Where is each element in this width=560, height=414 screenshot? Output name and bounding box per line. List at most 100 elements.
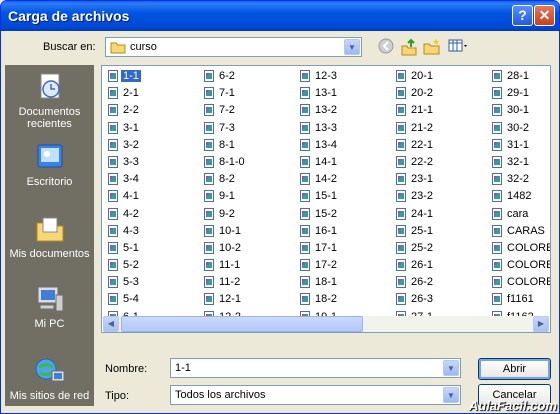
image-file-icon [300, 70, 310, 82]
file-name: 17-2 [315, 259, 338, 272]
file-name: 20-1 [411, 70, 434, 82]
title-bar: Carga de archivos ? ✕ [1, 1, 559, 31]
file-name: 11-1 [219, 259, 241, 272]
image-file-icon [396, 104, 406, 117]
file-name: 8-2 [219, 173, 235, 186]
image-file-icon [300, 276, 310, 289]
file-name: 22-1 [411, 138, 434, 151]
place-network[interactable]: Mis sitios de red [5, 355, 94, 402]
file-name: 9-2 [219, 207, 235, 220]
horizontal-scrollbar[interactable]: ◀ ▶ [103, 316, 549, 332]
file-name: 12-3 [315, 70, 338, 82]
place-my-documents[interactable]: Mis documentos [5, 213, 94, 260]
scroll-left-icon[interactable]: ◀ [103, 316, 119, 332]
my-computer-icon [37, 286, 63, 312]
file-list: 1-1 2-1 2-2 3-1 3-2 3-3 3-4 4-1 4-2 4-3 5-1 5-2 5-3 5… [101, 65, 551, 333]
place-my-computer[interactable]: Mi PC [5, 283, 94, 330]
back-icon[interactable] [376, 38, 396, 58]
filename-combo[interactable]: 1-1 ▼ [170, 358, 461, 378]
file-name: 30-1 [507, 104, 530, 117]
image-file-icon [204, 190, 214, 203]
image-file-icon [300, 207, 310, 220]
file-name: 25-2 [411, 241, 434, 254]
chevron-down-icon[interactable]: ▼ [443, 387, 459, 403]
file-name: 16-1 [315, 224, 338, 237]
file-name: 14-1 [315, 155, 338, 168]
place-recent-documents[interactable]: Documentos recientes [5, 71, 94, 130]
image-file-icon [204, 155, 214, 168]
file-name: 32-1 [507, 155, 530, 168]
image-file-icon [492, 190, 502, 203]
file-name: 26-1 [411, 259, 434, 272]
image-file-icon [108, 87, 118, 100]
file-name: 25-1 [411, 224, 434, 237]
image-file-icon [204, 276, 214, 289]
file-name: cara [507, 207, 529, 220]
image-file-icon [300, 293, 310, 306]
file-name: COLORES [507, 259, 550, 272]
open-button[interactable]: Abrir [478, 358, 551, 380]
file-name: 13-4 [315, 138, 338, 151]
view-menu-icon[interactable] [447, 38, 471, 58]
image-file-icon [108, 155, 118, 168]
image-file-icon [396, 190, 406, 203]
file-name: 1-1 [121, 70, 141, 82]
file-name: 7-1 [219, 87, 235, 100]
image-file-icon [396, 224, 406, 237]
image-file-icon [108, 173, 118, 186]
lookin-label: Buscar en: [43, 41, 96, 53]
file-name: 23-1 [411, 173, 434, 186]
chevron-down-icon[interactable]: ▼ [344, 39, 360, 55]
lookin-combo[interactable]: curso ▼ [105, 37, 362, 57]
image-file-icon [108, 259, 118, 272]
image-file-icon [300, 173, 310, 186]
file-name: 13-2 [315, 104, 338, 117]
up-folder-icon[interactable] [399, 38, 419, 58]
file-name: 26-3 [411, 293, 434, 306]
network-places-icon [35, 358, 64, 382]
help-button[interactable]: ? [512, 5, 533, 26]
file-name: 12-1 [219, 293, 242, 306]
image-file-icon [492, 207, 502, 220]
file-name: 7-3 [219, 121, 235, 134]
file-name: 31-1 [507, 138, 530, 151]
file-name: 4-3 [123, 224, 139, 237]
image-file-icon [492, 138, 502, 151]
file-name: COLORES [507, 241, 550, 254]
file-name: 29-1 [507, 87, 530, 100]
file-name: 2-2 [123, 104, 139, 117]
file-name: 6-2 [219, 70, 235, 82]
image-file-icon [108, 70, 118, 82]
file-name: 5-4 [123, 293, 139, 306]
close-button[interactable]: ✕ [534, 5, 555, 26]
image-file-icon [396, 138, 406, 151]
image-file-icon [492, 121, 502, 134]
chevron-down-icon[interactable]: ▼ [443, 360, 459, 376]
image-file-icon [396, 121, 406, 134]
image-file-icon [300, 224, 310, 237]
folder-icon [110, 42, 126, 54]
file-name: 4-2 [123, 207, 139, 220]
file-name: 5-2 [123, 259, 139, 272]
file-name: 2-1 [123, 87, 139, 100]
image-file-icon [300, 241, 310, 254]
place-desktop[interactable]: Escritorio [5, 141, 94, 188]
file-name: 5-3 [123, 276, 139, 289]
new-folder-icon[interactable] [422, 38, 442, 58]
file-name: 10-2 [219, 241, 242, 254]
file-name: 17-1 [315, 241, 338, 254]
image-file-icon [396, 259, 406, 272]
recent-documents-icon [40, 73, 60, 99]
image-file-icon [300, 155, 310, 168]
image-file-icon [108, 224, 118, 237]
scroll-thumb[interactable] [121, 316, 363, 332]
scroll-right-icon[interactable]: ▶ [533, 316, 549, 332]
file-name: 32-2 [507, 173, 530, 186]
filetype-combo[interactable]: Todos los archivos ▼ [170, 385, 461, 405]
image-file-icon [204, 224, 214, 237]
image-file-icon [396, 293, 406, 306]
image-file-icon [204, 259, 214, 272]
image-file-icon [204, 70, 214, 82]
image-file-icon [492, 259, 502, 272]
image-file-icon [204, 293, 214, 306]
